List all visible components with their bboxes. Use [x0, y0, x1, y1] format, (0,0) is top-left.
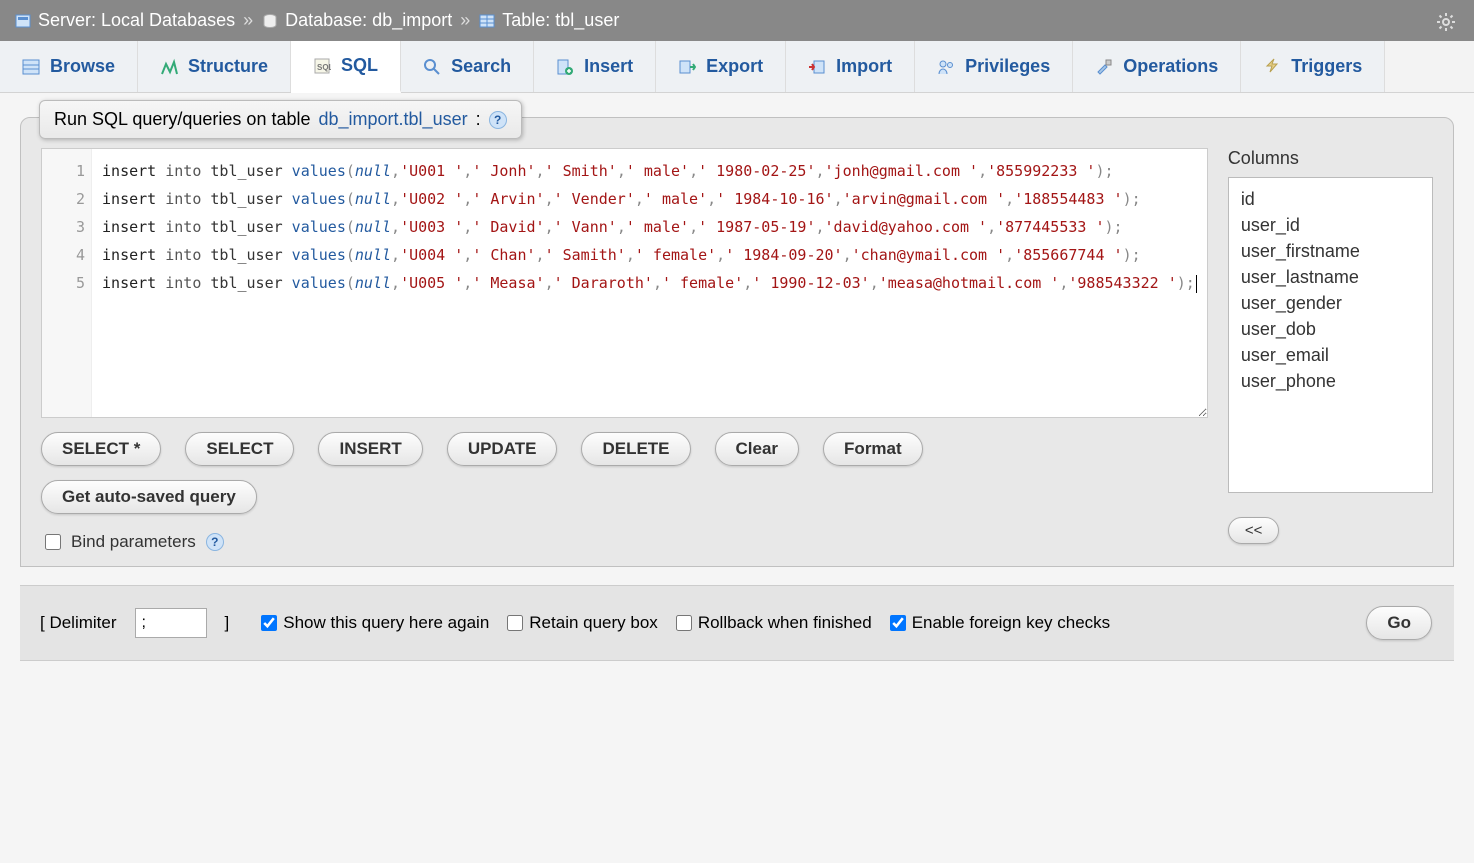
column-item[interactable]: user_email	[1239, 342, 1422, 368]
retain-checkbox[interactable]	[507, 615, 523, 631]
breadcrumb-table[interactable]: Table: tbl_user	[502, 10, 619, 31]
search-icon	[423, 58, 441, 76]
delete-button[interactable]: DELETE	[581, 432, 690, 466]
clear-button[interactable]: Clear	[715, 432, 800, 466]
tab-label: Privileges	[965, 56, 1050, 77]
breadcrumb-separator: »	[243, 10, 253, 31]
column-item[interactable]: user_dob	[1239, 316, 1422, 342]
column-item[interactable]: user_firstname	[1239, 238, 1422, 264]
tab-triggers[interactable]: Triggers	[1241, 41, 1385, 92]
tab-insert[interactable]: Insert	[534, 41, 656, 92]
delimiter-label-open: [ Delimiter	[40, 613, 117, 633]
privileges-icon	[937, 58, 955, 76]
export-icon	[678, 58, 696, 76]
breadcrumb: Server: Local Databases » Database: db_i…	[0, 0, 1474, 41]
tab-label: Browse	[50, 56, 115, 77]
tabs-bar: Browse Structure SQL SQL Search Insert E…	[0, 41, 1474, 93]
panel-legend: Run SQL query/queries on table db_import…	[39, 100, 522, 139]
columns-list[interactable]: iduser_iduser_firstnameuser_lastnameuser…	[1228, 177, 1433, 493]
insert-icon	[556, 58, 574, 76]
sql-editor[interactable]: 12345 insert into tbl_user values(null,'…	[41, 148, 1208, 418]
table-icon	[478, 12, 496, 30]
tab-structure[interactable]: Structure	[138, 41, 291, 92]
fk-checkbox[interactable]	[890, 615, 906, 631]
format-button[interactable]: Format	[823, 432, 923, 466]
column-item[interactable]: id	[1239, 186, 1422, 212]
go-button[interactable]: Go	[1366, 606, 1432, 640]
browse-icon	[22, 58, 40, 76]
tab-label: Export	[706, 56, 763, 77]
tab-export[interactable]: Export	[656, 41, 786, 92]
fk-label: Enable foreign key checks	[912, 613, 1110, 633]
delimiter-input[interactable]	[135, 608, 207, 638]
tab-label: SQL	[341, 55, 378, 76]
retain-label: Retain query box	[529, 613, 658, 633]
bind-params-label: Bind parameters	[71, 532, 196, 552]
bind-params-checkbox[interactable]	[45, 534, 61, 550]
legend-prefix: Run SQL query/queries on table	[54, 109, 311, 130]
breadcrumb-separator: »	[460, 10, 470, 31]
line-gutter: 12345	[42, 149, 92, 417]
insert-button[interactable]: INSERT	[318, 432, 422, 466]
show-again-label: Show this query here again	[283, 613, 489, 633]
delimiter-label-close: ]	[225, 613, 230, 633]
breadcrumb-server[interactable]: Server: Local Databases	[38, 10, 235, 31]
legend-target[interactable]: db_import.tbl_user	[319, 109, 468, 130]
column-item[interactable]: user_gender	[1239, 290, 1422, 316]
tab-label: Search	[451, 56, 511, 77]
show-again-checkbox[interactable]	[261, 615, 277, 631]
sql-panel: Run SQL query/queries on table db_import…	[20, 117, 1454, 567]
tab-import[interactable]: Import	[786, 41, 915, 92]
collapse-columns-button[interactable]: <<	[1228, 517, 1280, 544]
tab-browse[interactable]: Browse	[0, 41, 138, 92]
structure-icon	[160, 58, 178, 76]
help-icon[interactable]: ?	[489, 111, 507, 129]
bottom-bar: [ Delimiter ] Show this query here again…	[20, 585, 1454, 661]
triggers-icon	[1263, 58, 1281, 76]
tab-label: Import	[836, 56, 892, 77]
tab-operations[interactable]: Operations	[1073, 41, 1241, 92]
database-icon	[261, 12, 279, 30]
legend-suffix: :	[476, 109, 481, 130]
sql-icon: SQL	[313, 57, 331, 75]
tab-privileges[interactable]: Privileges	[915, 41, 1073, 92]
tab-search[interactable]: Search	[401, 41, 534, 92]
column-item[interactable]: user_lastname	[1239, 264, 1422, 290]
tab-label: Insert	[584, 56, 633, 77]
help-icon[interactable]: ?	[206, 533, 224, 551]
import-icon	[808, 58, 826, 76]
select-star-button[interactable]: SELECT *	[41, 432, 161, 466]
get-auto-saved-button[interactable]: Get auto-saved query	[41, 480, 257, 514]
rollback-checkbox[interactable]	[676, 615, 692, 631]
svg-text:SQL: SQL	[317, 63, 331, 72]
operations-icon	[1095, 58, 1113, 76]
tab-sql[interactable]: SQL SQL	[291, 41, 401, 93]
rollback-label: Rollback when finished	[698, 613, 872, 633]
gear-icon[interactable]	[1436, 12, 1456, 32]
server-icon	[14, 12, 32, 30]
tab-label: Triggers	[1291, 56, 1362, 77]
column-item[interactable]: user_id	[1239, 212, 1422, 238]
tab-label: Structure	[188, 56, 268, 77]
select-button[interactable]: SELECT	[185, 432, 294, 466]
breadcrumb-database[interactable]: Database: db_import	[285, 10, 452, 31]
update-button[interactable]: UPDATE	[447, 432, 558, 466]
columns-title: Columns	[1228, 148, 1433, 169]
column-item[interactable]: user_phone	[1239, 368, 1422, 394]
tab-label: Operations	[1123, 56, 1218, 77]
